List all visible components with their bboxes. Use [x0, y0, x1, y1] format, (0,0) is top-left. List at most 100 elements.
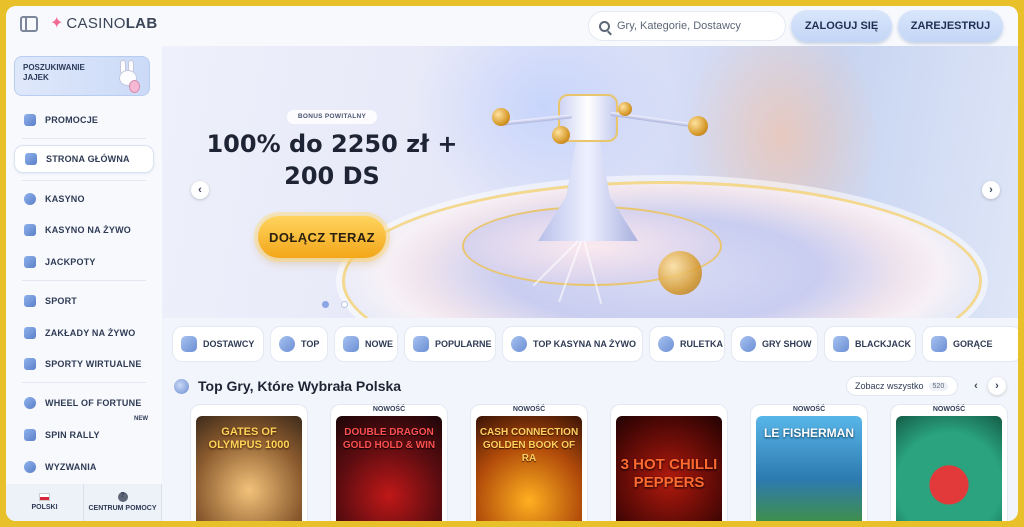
- chip-new[interactable]: NOWE: [334, 326, 398, 362]
- new-badge: NOWOŚĆ: [792, 406, 826, 413]
- sidebar-divider: [22, 382, 146, 383]
- gear-icon: [279, 336, 295, 352]
- game-title: 3 HOT CHILLI PEPPERS: [620, 456, 718, 491]
- search-input[interactable]: [617, 20, 777, 32]
- games-next-button[interactable]: ›: [988, 377, 1006, 395]
- egg-hunt-promo-card[interactable]: POSZUKIWANIE JAJEK: [14, 56, 150, 96]
- chip-top[interactable]: TOP: [270, 326, 328, 362]
- sidebar-item-jackpots[interactable]: JACKPOTY: [14, 249, 154, 275]
- game-tile[interactable]: NOWOŚĆ LE FISHERMAN: [750, 404, 868, 521]
- hero-next-button[interactable]: ›: [982, 181, 1000, 199]
- chip-hot[interactable]: GORĄCE: [922, 326, 1018, 362]
- language-selector[interactable]: POLSKI: [6, 484, 84, 521]
- game-thumbnail[interactable]: DOUBLE DRAGON GOLD HOLD & WIN: [336, 416, 442, 521]
- chip-roulette[interactable]: RULETKA: [649, 326, 725, 362]
- chip-popular[interactable]: POPULARNE: [404, 326, 496, 362]
- hero-prev-button[interactable]: ‹: [191, 181, 209, 199]
- roulette-ball-image: [658, 251, 702, 295]
- chip-top-live-casino[interactable]: TOP KASYNA NA ŻYWO: [502, 326, 643, 362]
- sidebar-item-spin-rally[interactable]: SPIN RALLY NEW: [14, 416, 154, 448]
- top-bar: ✦ CASINOLAB ZALOGUJ SIĘ ZAREJESTRUJ: [6, 6, 1018, 46]
- sidebar-item-label: SPORTY WIRTUALNE: [45, 359, 142, 369]
- sidebar-item-casino[interactable]: KASYNO: [14, 186, 154, 212]
- game-thumbnail[interactable]: LE FISHERMAN: [756, 416, 862, 521]
- help-icon: ?: [117, 492, 128, 502]
- games-count-badge: 520: [928, 381, 949, 391]
- virtual-sports-icon: [24, 358, 36, 370]
- search-box[interactable]: [588, 11, 786, 41]
- game-title: DOUBLE DRAGON GOLD HOLD & WIN: [342, 427, 436, 451]
- slide-dot[interactable]: [341, 301, 348, 308]
- star-icon: [413, 336, 429, 352]
- chip-label: TOP KASYNA NA ŻYWO: [533, 339, 637, 349]
- slide-dot-active[interactable]: [322, 301, 329, 308]
- game-title: GATES OF OLYMPUS 1000: [208, 426, 290, 451]
- home-icon: [25, 153, 37, 165]
- hero-banner: BONUS POWITALNY 100% do 2250 zł + 200 DS…: [162, 46, 1018, 318]
- logo-prefix: CASINO: [66, 15, 126, 32]
- join-now-button[interactable]: DOŁĄCZ TERAZ: [258, 216, 386, 258]
- sidebar-item-home[interactable]: STRONA GŁÓWNA: [14, 145, 154, 173]
- new-badge: NOWOŚĆ: [932, 406, 966, 413]
- category-chips: DOSTAWCY TOP NOWE POPULARNE TOP KASYNA N…: [172, 326, 1018, 364]
- new-icon: [343, 336, 359, 352]
- sidebar-item-label: KASYNO: [45, 194, 85, 204]
- game-thumbnail[interactable]: [896, 416, 1002, 521]
- chip-label: GRY SHOW: [762, 339, 812, 349]
- games-prev-button[interactable]: ‹: [967, 377, 985, 395]
- sidebar-item-sport[interactable]: SPORT: [14, 288, 154, 314]
- logo-star-icon: ✦: [50, 14, 64, 32]
- casinolab-logo[interactable]: ✦ CASINOLAB: [50, 15, 157, 32]
- sidebar-item-wheel-of-fortune[interactable]: WHEEL OF FORTUNE: [14, 390, 154, 416]
- sidebar-item-label: STRONA GŁÓWNA: [46, 154, 130, 164]
- chip-label: BLACKJACK: [855, 339, 911, 349]
- chip-blackjack[interactable]: BLACKJACK: [824, 326, 916, 362]
- sidebar-toggle-icon[interactable]: [20, 16, 38, 32]
- section-icon: [174, 379, 189, 394]
- search-icon: [599, 20, 610, 32]
- game-thumbnail[interactable]: 3 HOT CHILLI PEPPERS: [616, 416, 722, 521]
- sidebar-item-promocje[interactable]: PROMOCJE: [14, 107, 154, 133]
- new-badge: NOWOŚĆ: [512, 406, 546, 413]
- help-center-link[interactable]: ? CENTRUM POMOCY: [84, 484, 162, 521]
- game-tile[interactable]: GATES OF OLYMPUS 1000: [190, 404, 308, 521]
- challenge-icon: [24, 461, 36, 473]
- gift-icon: [24, 114, 36, 126]
- chip-label: RULETKA: [680, 339, 723, 349]
- sidebar-item-live-betting[interactable]: ZAKŁADY NA ŻYWO: [14, 320, 154, 346]
- jackpot-icon: [24, 256, 36, 268]
- sidebar-item-label: ZAKŁADY NA ŻYWO: [45, 328, 136, 338]
- sidebar-divider: [22, 138, 146, 139]
- new-badge: NEW: [134, 416, 148, 422]
- chip-label: DOSTAWCY: [203, 339, 255, 349]
- flag-icon: [24, 429, 36, 441]
- app-window: ✦ CASINOLAB ZALOGUJ SIĘ ZAREJESTRUJ POSZ…: [6, 6, 1018, 521]
- chip-providers[interactable]: DOSTAWCY: [172, 326, 264, 362]
- game-tile[interactable]: NOWOŚĆ CASH CONNECTION GOLDEN BOOK OF RA: [470, 404, 588, 521]
- sidebar-divider: [22, 180, 146, 181]
- sidebar: POSZUKIWANIE JAJEK PROMOCJE STRONA GŁÓWN…: [6, 46, 162, 521]
- see-all-button[interactable]: Zobacz wszystko 520: [846, 376, 958, 396]
- chip-label: TOP: [301, 339, 320, 349]
- promo-card-label: POSZUKIWANIE JAJEK: [23, 63, 85, 82]
- chip-icon: [511, 336, 527, 352]
- logo-suffix: LAB: [125, 15, 158, 32]
- chip-label: GORĄCE: [953, 339, 993, 349]
- language-label: POLSKI: [31, 504, 58, 511]
- bunny-icon: [113, 60, 143, 94]
- register-button[interactable]: ZAREJESTRUJ: [898, 10, 1003, 42]
- sidebar-item-live-casino[interactable]: KASYNO NA ŻYWO: [14, 217, 154, 243]
- login-button[interactable]: ZALOGUJ SIĘ: [791, 10, 892, 42]
- game-thumbnail[interactable]: CASH CONNECTION GOLDEN BOOK OF RA: [476, 416, 582, 521]
- sidebar-item-virtual-sports[interactable]: SPORTY WIRTUALNE: [14, 351, 154, 377]
- game-thumbnail[interactable]: GATES OF OLYMPUS 1000: [196, 416, 302, 521]
- show-icon: [740, 336, 756, 352]
- game-tile[interactable]: 3 HOT CHILLI PEPPERS: [610, 404, 728, 521]
- chip-game-shows[interactable]: GRY SHOW: [731, 326, 818, 362]
- sidebar-item-label: SPORT: [45, 296, 78, 306]
- cards-icon: [833, 336, 849, 352]
- game-tile[interactable]: NOWOŚĆ DOUBLE DRAGON GOLD HOLD & WIN: [330, 404, 448, 521]
- sidebar-item-challenges[interactable]: WYZWANIA: [14, 454, 154, 480]
- game-title: CASH CONNECTION GOLDEN BOOK OF RA: [479, 427, 579, 464]
- game-tile[interactable]: NOWOŚĆ: [890, 404, 1008, 521]
